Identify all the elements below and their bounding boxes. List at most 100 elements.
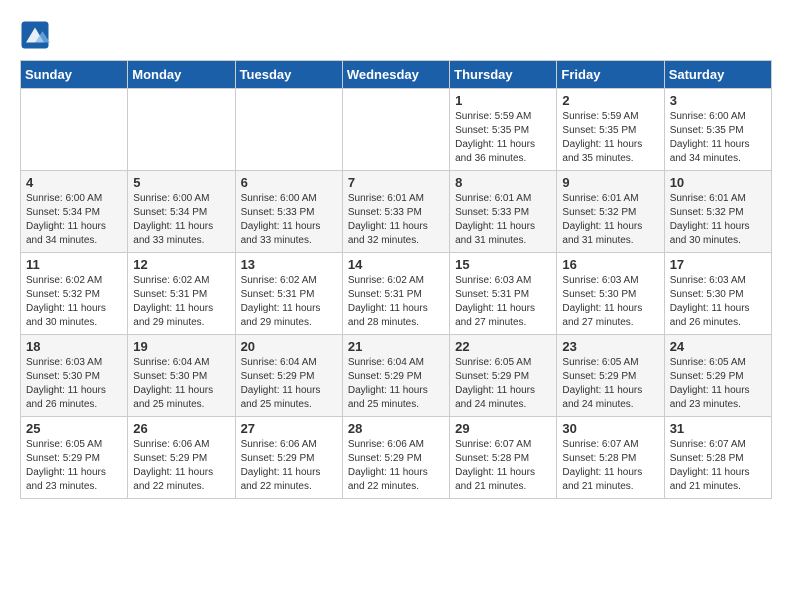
- day-number: 10: [670, 175, 766, 190]
- calendar-day-header: Sunday: [21, 61, 128, 89]
- day-number: 14: [348, 257, 444, 272]
- calendar-week-row: 11Sunrise: 6:02 AM Sunset: 5:32 PM Dayli…: [21, 253, 772, 335]
- day-number: 8: [455, 175, 551, 190]
- day-info: Sunrise: 6:06 AM Sunset: 5:29 PM Dayligh…: [348, 438, 444, 494]
- day-info: Sunrise: 6:01 AM Sunset: 5:32 PM Dayligh…: [562, 192, 658, 248]
- calendar-cell: 24 Sunrise: 6:05 AM Sunset: 5:29 PM Dayli…: [664, 335, 771, 417]
- day-info: Sunrise: 6:03 AM Sunset: 5:30 PM Dayligh…: [670, 274, 766, 330]
- day-number: 21: [348, 339, 444, 354]
- logo: [20, 20, 54, 50]
- day-info: Sunrise: 6:03 AM Sunset: 5:30 PM Dayligh…: [562, 274, 658, 330]
- calendar-cell: 10Sunrise: 6:01 AM Sunset: 5:32 PM Dayli…: [664, 171, 771, 253]
- day-number: 1: [455, 93, 551, 108]
- calendar-cell: 30 Sunrise: 6:07 AM Sunset: 5:28 PM Dayli…: [557, 417, 664, 499]
- day-info: Sunrise: 6:05 AM Sunset: 5:29 PM Dayligh…: [562, 356, 658, 412]
- calendar-cell: 18 Sunrise: 6:03 AM Sunset: 5:30 PM Dayli…: [21, 335, 128, 417]
- day-info: Sunrise: 6:04 AM Sunset: 5:29 PM Dayligh…: [241, 356, 337, 412]
- day-number: 5: [133, 175, 229, 190]
- day-number: 22: [455, 339, 551, 354]
- day-number: 25: [26, 421, 122, 436]
- calendar-cell: 22Sunrise: 6:05 AM Sunset: 5:29 PM Dayli…: [450, 335, 557, 417]
- calendar-cell: 20 Sunrise: 6:04 AM Sunset: 5:29 PM Dayli…: [235, 335, 342, 417]
- calendar-cell: 6 Sunrise: 6:00 AM Sunset: 5:33 PM Daylig…: [235, 171, 342, 253]
- calendar-cell: 11Sunrise: 6:02 AM Sunset: 5:32 PM Dayli…: [21, 253, 128, 335]
- day-info: Sunrise: 6:00 AM Sunset: 5:33 PM Dayligh…: [241, 192, 337, 248]
- calendar-cell: [235, 89, 342, 171]
- day-info: Sunrise: 6:05 AM Sunset: 5:29 PM Dayligh…: [26, 438, 122, 494]
- day-info: Sunrise: 6:00 AM Sunset: 5:34 PM Dayligh…: [26, 192, 122, 248]
- day-info: Sunrise: 6:07 AM Sunset: 5:28 PM Dayligh…: [455, 438, 551, 494]
- day-info: Sunrise: 6:03 AM Sunset: 5:31 PM Dayligh…: [455, 274, 551, 330]
- calendar-day-header: Monday: [128, 61, 235, 89]
- calendar-cell: [342, 89, 449, 171]
- day-number: 2: [562, 93, 658, 108]
- day-number: 30: [562, 421, 658, 436]
- calendar-week-row: 4 Sunrise: 6:00 AM Sunset: 5:34 PM Daylig…: [21, 171, 772, 253]
- calendar-cell: 19Sunrise: 6:04 AM Sunset: 5:30 PM Dayli…: [128, 335, 235, 417]
- calendar-cell: 3 Sunrise: 6:00 AM Sunset: 5:35 PM Daylig…: [664, 89, 771, 171]
- day-info: Sunrise: 6:07 AM Sunset: 5:28 PM Dayligh…: [562, 438, 658, 494]
- logo-icon: [20, 20, 50, 50]
- calendar-cell: 25 Sunrise: 6:05 AM Sunset: 5:29 PM Dayli…: [21, 417, 128, 499]
- day-info: Sunrise: 6:03 AM Sunset: 5:30 PM Dayligh…: [26, 356, 122, 412]
- calendar-week-row: 25 Sunrise: 6:05 AM Sunset: 5:29 PM Dayli…: [21, 417, 772, 499]
- page-header: [20, 20, 772, 50]
- day-number: 31: [670, 421, 766, 436]
- calendar-cell: 21 Sunrise: 6:04 AM Sunset: 5:29 PM Dayli…: [342, 335, 449, 417]
- calendar-cell: [128, 89, 235, 171]
- calendar-cell: 7 Sunrise: 6:01 AM Sunset: 5:33 PM Daylig…: [342, 171, 449, 253]
- calendar-cell: 14 Sunrise: 6:02 AM Sunset: 5:31 PM Dayli…: [342, 253, 449, 335]
- day-number: 29: [455, 421, 551, 436]
- day-number: 13: [241, 257, 337, 272]
- day-number: 17: [670, 257, 766, 272]
- day-info: Sunrise: 6:00 AM Sunset: 5:34 PM Dayligh…: [133, 192, 229, 248]
- day-info: Sunrise: 6:00 AM Sunset: 5:35 PM Dayligh…: [670, 110, 766, 166]
- calendar-cell: 31Sunrise: 6:07 AM Sunset: 5:28 PM Dayli…: [664, 417, 771, 499]
- day-info: Sunrise: 6:01 AM Sunset: 5:33 PM Dayligh…: [348, 192, 444, 248]
- day-number: 4: [26, 175, 122, 190]
- day-number: 28: [348, 421, 444, 436]
- day-number: 20: [241, 339, 337, 354]
- day-info: Sunrise: 6:02 AM Sunset: 5:31 PM Dayligh…: [348, 274, 444, 330]
- calendar-day-header: Wednesday: [342, 61, 449, 89]
- day-number: 7: [348, 175, 444, 190]
- calendar-cell: 16Sunrise: 6:03 AM Sunset: 5:30 PM Dayli…: [557, 253, 664, 335]
- calendar-cell: 5 Sunrise: 6:00 AM Sunset: 5:34 PM Daylig…: [128, 171, 235, 253]
- calendar-day-header: Friday: [557, 61, 664, 89]
- calendar-cell: 9 Sunrise: 6:01 AM Sunset: 5:32 PM Daylig…: [557, 171, 664, 253]
- day-info: Sunrise: 5:59 AM Sunset: 5:35 PM Dayligh…: [455, 110, 551, 166]
- day-info: Sunrise: 6:04 AM Sunset: 5:29 PM Dayligh…: [348, 356, 444, 412]
- day-number: 3: [670, 93, 766, 108]
- calendar-day-header: Tuesday: [235, 61, 342, 89]
- calendar-cell: [21, 89, 128, 171]
- day-number: 18: [26, 339, 122, 354]
- calendar-cell: 17 Sunrise: 6:03 AM Sunset: 5:30 PM Dayli…: [664, 253, 771, 335]
- calendar-cell: 12Sunrise: 6:02 AM Sunset: 5:31 PM Dayli…: [128, 253, 235, 335]
- day-number: 12: [133, 257, 229, 272]
- calendar-day-header: Saturday: [664, 61, 771, 89]
- calendar-cell: 23Sunrise: 6:05 AM Sunset: 5:29 PM Dayli…: [557, 335, 664, 417]
- day-info: Sunrise: 5:59 AM Sunset: 5:35 PM Dayligh…: [562, 110, 658, 166]
- day-number: 15: [455, 257, 551, 272]
- calendar-week-row: 18 Sunrise: 6:03 AM Sunset: 5:30 PM Dayli…: [21, 335, 772, 417]
- calendar-week-row: 1 Sunrise: 5:59 AM Sunset: 5:35 PM Daylig…: [21, 89, 772, 171]
- day-number: 24: [670, 339, 766, 354]
- day-number: 9: [562, 175, 658, 190]
- calendar-cell: 8Sunrise: 6:01 AM Sunset: 5:33 PM Daylig…: [450, 171, 557, 253]
- day-info: Sunrise: 6:04 AM Sunset: 5:30 PM Dayligh…: [133, 356, 229, 412]
- day-info: Sunrise: 6:05 AM Sunset: 5:29 PM Dayligh…: [670, 356, 766, 412]
- day-number: 26: [133, 421, 229, 436]
- calendar-cell: 13 Sunrise: 6:02 AM Sunset: 5:31 PM Dayli…: [235, 253, 342, 335]
- day-info: Sunrise: 6:06 AM Sunset: 5:29 PM Dayligh…: [241, 438, 337, 494]
- calendar-cell: 15 Sunrise: 6:03 AM Sunset: 5:31 PM Dayli…: [450, 253, 557, 335]
- calendar-cell: 4 Sunrise: 6:00 AM Sunset: 5:34 PM Daylig…: [21, 171, 128, 253]
- day-info: Sunrise: 6:02 AM Sunset: 5:31 PM Dayligh…: [241, 274, 337, 330]
- calendar-cell: 28 Sunrise: 6:06 AM Sunset: 5:29 PM Dayli…: [342, 417, 449, 499]
- calendar-cell: 2 Sunrise: 5:59 AM Sunset: 5:35 PM Daylig…: [557, 89, 664, 171]
- calendar-cell: 26Sunrise: 6:06 AM Sunset: 5:29 PM Dayli…: [128, 417, 235, 499]
- day-number: 6: [241, 175, 337, 190]
- calendar-day-header: Thursday: [450, 61, 557, 89]
- calendar-header-row: SundayMondayTuesdayWednesdayThursdayFrid…: [21, 61, 772, 89]
- day-number: 27: [241, 421, 337, 436]
- calendar-cell: 27 Sunrise: 6:06 AM Sunset: 5:29 PM Dayli…: [235, 417, 342, 499]
